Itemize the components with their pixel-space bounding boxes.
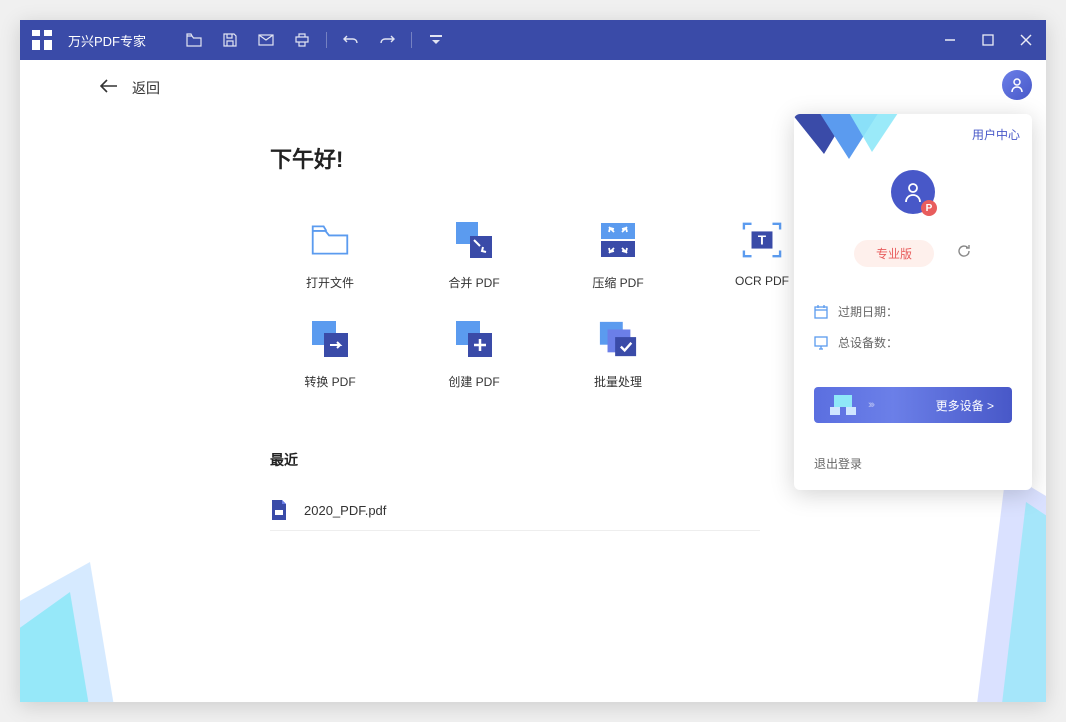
separator <box>326 32 327 48</box>
action-batch-process[interactable]: 批量处理 <box>548 319 688 390</box>
save-icon[interactable] <box>222 32 238 48</box>
create-icon <box>454 319 494 359</box>
merge-icon <box>454 220 494 260</box>
devices-row: 总设备数： <box>814 334 1012 351</box>
devices-label: 总设备数： <box>838 334 898 351</box>
action-label: 压缩 PDF <box>592 274 643 291</box>
avatar-icon: P <box>891 170 935 214</box>
pdf-file-icon <box>270 500 290 520</box>
folder-icon <box>310 220 350 260</box>
panel-decoration <box>794 114 904 174</box>
maximize-icon[interactable] <box>982 33 996 47</box>
action-convert-pdf[interactable]: 转换 PDF <box>260 319 400 390</box>
action-merge-pdf[interactable]: 合并 PDF <box>404 220 544 291</box>
refresh-icon[interactable] <box>956 243 972 264</box>
pro-badge-icon: P <box>921 200 937 216</box>
action-label: 批量处理 <box>594 373 642 390</box>
recent-file-item[interactable]: 2020_PDF.pdf <box>270 490 760 531</box>
back-label[interactable]: 返回 <box>132 78 160 98</box>
app-window: 万兴PDF专家 <box>20 20 1046 702</box>
undo-icon[interactable] <box>343 32 359 48</box>
content-area: 返回 下午好! 打开文件 合并 PDF 压缩 PDF <box>20 60 1046 702</box>
action-label: 创建 PDF <box>448 373 499 390</box>
action-label: 合并 PDF <box>448 274 499 291</box>
decoration-bottom-left <box>20 552 130 702</box>
user-avatar-button[interactable] <box>1002 70 1032 100</box>
window-controls <box>944 33 1034 47</box>
logout-link[interactable]: 退出登录 <box>794 441 1032 490</box>
ocr-icon: T <box>742 220 782 260</box>
action-compress-pdf[interactable]: 压缩 PDF <box>548 220 688 291</box>
avatar-section: P 专业版 <box>794 170 1032 285</box>
compress-icon <box>598 220 638 260</box>
batch-icon <box>598 319 638 359</box>
separator <box>411 32 412 48</box>
convert-icon <box>310 319 350 359</box>
more-devices-button[interactable]: ››› 更多设备 > <box>814 387 1012 423</box>
redo-icon[interactable] <box>379 32 395 48</box>
back-arrow-icon[interactable] <box>100 79 118 98</box>
pro-label: 专业版 <box>854 240 934 267</box>
folder-open-icon[interactable] <box>186 32 202 48</box>
expiry-label: 过期日期： <box>838 303 898 320</box>
print-icon[interactable] <box>294 32 310 48</box>
action-create-pdf[interactable]: 创建 PDF <box>404 319 544 390</box>
app-title: 万兴PDF专家 <box>68 31 146 50</box>
calendar-icon <box>814 305 828 319</box>
close-icon[interactable] <box>1020 33 1034 47</box>
devices-illustration-icon <box>828 393 858 417</box>
file-name: 2020_PDF.pdf <box>304 503 386 518</box>
action-open-file[interactable]: 打开文件 <box>260 220 400 291</box>
user-center-link[interactable]: 用户中心 <box>972 126 1020 143</box>
minimize-icon[interactable] <box>944 33 958 47</box>
panel-header: 用户中心 <box>794 114 1032 170</box>
titlebar-tools <box>186 32 444 48</box>
info-section: 过期日期： 总设备数： <box>794 285 1032 375</box>
action-label: OCR PDF <box>735 274 789 288</box>
mail-icon[interactable] <box>258 32 274 48</box>
titlebar: 万兴PDF专家 <box>20 20 1046 60</box>
app-logo-icon <box>32 30 52 50</box>
chevrons-icon: ››› <box>868 399 873 411</box>
svg-text:T: T <box>758 233 766 248</box>
menu-dropdown-icon[interactable] <box>428 32 444 48</box>
expiry-row: 过期日期： <box>814 303 1012 320</box>
user-panel: 用户中心 P 专业版 过期日期： <box>794 114 1032 490</box>
action-label: 转换 PDF <box>304 373 355 390</box>
monitor-icon <box>814 336 828 350</box>
more-devices-label: 更多设备 > <box>936 397 1012 414</box>
action-label: 打开文件 <box>306 274 354 291</box>
